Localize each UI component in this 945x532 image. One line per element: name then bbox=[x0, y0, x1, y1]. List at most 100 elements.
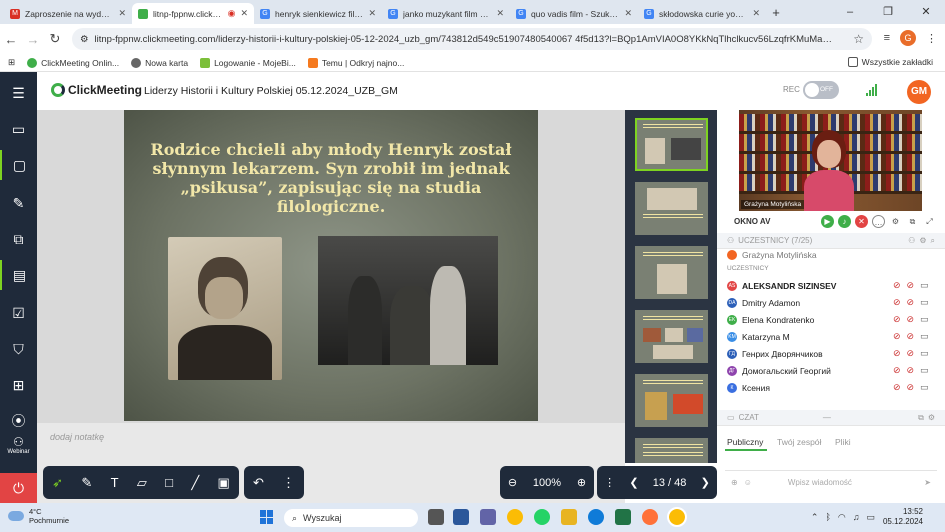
browser-tab-2[interactable]: litnp-fppnw.clickmeeting ◉ ✕ bbox=[132, 3, 254, 24]
taskbar-search[interactable]: ⌕ Wyszukaj bbox=[284, 509, 418, 527]
back-icon[interactable]: ← bbox=[0, 32, 22, 47]
edit-icon[interactable]: ✎ bbox=[0, 188, 37, 218]
slide-thumbnail[interactable] bbox=[635, 246, 708, 299]
chrome-icon[interactable] bbox=[507, 509, 523, 525]
zoom-in-icon[interactable]: ⊕ bbox=[577, 476, 586, 489]
prev-slide-icon[interactable]: ❮ bbox=[629, 476, 638, 489]
grid-icon[interactable]: ⊞ bbox=[0, 370, 37, 400]
mic-muted-icon[interactable]: ⊘ bbox=[893, 365, 901, 376]
webinar-button[interactable]: ⚇ Webinar bbox=[0, 432, 37, 462]
camera-off-icon[interactable]: ⊘ bbox=[907, 297, 915, 308]
search-icon[interactable]: ⌕ bbox=[931, 236, 935, 246]
tab-public[interactable]: Publiczny bbox=[727, 437, 763, 447]
teams-icon[interactable] bbox=[480, 509, 496, 525]
camera-off-icon[interactable]: ⊘ bbox=[907, 365, 915, 376]
bookmark-new-tab[interactable]: Nowa karta bbox=[131, 57, 188, 68]
task-view-icon[interactable] bbox=[428, 509, 444, 525]
menu-icon[interactable]: ⋮ bbox=[926, 32, 937, 45]
camera-off-icon[interactable]: ⊘ bbox=[907, 331, 915, 342]
bluetooth-icon[interactable]: ᛒ bbox=[825, 512, 830, 523]
user-avatar[interactable]: GM bbox=[907, 80, 931, 104]
camera-off-icon[interactable]: ⊘ bbox=[907, 314, 915, 325]
popout-icon[interactable]: ⧉ bbox=[918, 413, 924, 423]
add-user-icon[interactable]: ⚇ bbox=[908, 236, 915, 245]
mic-muted-icon[interactable]: ⊘ bbox=[893, 348, 901, 359]
monitor-icon[interactable]: ▭ bbox=[920, 297, 929, 308]
volume-icon[interactable]: ♫ bbox=[853, 512, 860, 523]
monitor-icon[interactable]: ▭ bbox=[920, 280, 929, 291]
close-icon[interactable]: ✕ bbox=[118, 8, 126, 19]
camera-off-icon[interactable]: ⊘ bbox=[907, 348, 915, 359]
browser-tab-4[interactable]: Gjanko muzykant film animo ✕ bbox=[382, 3, 510, 24]
text-icon[interactable]: T bbox=[111, 475, 119, 490]
video-icon[interactable]: ▶ bbox=[821, 215, 834, 228]
send-icon[interactable]: ➤ bbox=[924, 478, 931, 487]
monitor-icon[interactable]: ▭ bbox=[920, 382, 929, 393]
settings-icon[interactable]: ⚙ bbox=[919, 236, 926, 245]
word-icon[interactable] bbox=[453, 509, 469, 525]
camera-off-icon[interactable]: ⊘ bbox=[907, 382, 915, 393]
explorer-icon[interactable] bbox=[561, 509, 577, 525]
settings-icon[interactable]: ⚙ bbox=[889, 215, 902, 228]
maximize-icon[interactable]: ❐ bbox=[869, 0, 907, 24]
mic-muted-icon[interactable]: ⊘ bbox=[893, 297, 901, 308]
participant-row[interactable]: ГД Генрих Дворянчиков ⊘ ⊘ ▭ bbox=[717, 345, 945, 362]
tab-files[interactable]: Pliki bbox=[835, 437, 851, 447]
close-window-icon[interactable]: ✕ bbox=[907, 0, 945, 24]
participant-row[interactable]: AS ALEKSANDR SIZINSEV ⊘ ⊘ ▭ bbox=[717, 277, 945, 294]
rectangle-icon[interactable]: □ bbox=[165, 475, 173, 490]
mic-muted-icon[interactable]: ⊘ bbox=[893, 280, 901, 291]
new-tab-button[interactable]: + bbox=[766, 3, 786, 24]
participant-row[interactable]: ДГ Домогальский Георгий ⊘ ⊘ ▭ bbox=[717, 362, 945, 379]
participant-row[interactable]: К Ксения ⊘ ⊘ ▭ bbox=[717, 379, 945, 396]
reload-icon[interactable]: ↻ bbox=[44, 31, 66, 47]
add-icon[interactable]: ⊕ bbox=[731, 478, 738, 487]
all-bookmarks[interactable]: Wszystkie zakładki bbox=[847, 57, 933, 67]
participant-row[interactable]: KM Katarzyna M ⊘ ⊘ ▭ bbox=[717, 328, 945, 345]
bookmark-star-icon[interactable]: ☆ bbox=[853, 32, 864, 46]
undo-icon[interactable]: ↶ bbox=[253, 475, 264, 491]
more-icon[interactable]: ⋮ bbox=[282, 475, 295, 491]
close-icon[interactable]: ✕ bbox=[496, 8, 504, 19]
fullscreen-icon[interactable]: ⤢ bbox=[923, 215, 936, 228]
chat-header[interactable]: ▭ CZAT — ⧉ ⚙ bbox=[717, 410, 945, 426]
hangup-icon[interactable]: ✕ bbox=[855, 215, 868, 228]
chrome-active-icon[interactable] bbox=[667, 507, 687, 527]
settings-icon[interactable]: ⚙ bbox=[928, 413, 935, 422]
zoom-out-icon[interactable]: ⊖ bbox=[508, 476, 517, 489]
slide-thumbnail[interactable] bbox=[635, 118, 708, 171]
url-field[interactable]: ⚙ litnp-fppnw.clickmeeting.com/liderzy-h… bbox=[72, 28, 872, 50]
excel-icon[interactable] bbox=[615, 509, 631, 525]
poll-icon[interactable]: ☑ bbox=[0, 298, 37, 328]
presentation-icon[interactable]: ▤ bbox=[0, 260, 37, 290]
close-icon[interactable]: ✕ bbox=[368, 8, 376, 19]
bookmark-clickmeeting[interactable]: ClickMeeting Onlin... bbox=[27, 57, 119, 68]
participants-header[interactable]: ⚇ UCZESTNICY (7/25) ⚇ ⚙ ⌕ bbox=[717, 233, 945, 249]
folder-icon[interactable]: ▢ bbox=[0, 150, 37, 180]
close-icon[interactable]: ✕ bbox=[624, 8, 632, 19]
rec-toggle[interactable]: OFF bbox=[803, 81, 839, 99]
bookmark-mojebi[interactable]: Logowanie - MojeBi... bbox=[200, 57, 296, 68]
sticky-note-icon[interactable]: ▱ bbox=[137, 475, 147, 491]
bookmark-temu[interactable]: Temu | Odkryj najno... bbox=[307, 57, 404, 68]
monitor-icon[interactable]: ▭ bbox=[920, 314, 929, 325]
whatsapp-icon[interactable] bbox=[534, 509, 550, 525]
participant-row[interactable]: DA Dmitry Adamon ⊘ ⊘ ▭ bbox=[717, 294, 945, 311]
media-control-icon[interactable]: ≡ bbox=[884, 32, 890, 44]
next-slide-icon[interactable]: ❯ bbox=[701, 476, 710, 489]
tab-team[interactable]: Twój zespół bbox=[777, 437, 821, 447]
close-icon[interactable]: ✕ bbox=[752, 8, 760, 19]
menu-hamburger-icon[interactable]: ☰ bbox=[0, 78, 37, 108]
browser-tab-5[interactable]: Gquo vadis film - Szukaj w G ✕ bbox=[510, 3, 638, 24]
shield-icon[interactable]: ⛉ bbox=[0, 334, 37, 364]
end-session-button[interactable]: ⏻ bbox=[0, 473, 37, 503]
profile-avatar[interactable]: G bbox=[900, 30, 916, 46]
chevron-up-icon[interactable]: ⌃ bbox=[811, 512, 819, 523]
chat-icon[interactable]: … bbox=[872, 215, 885, 228]
minimize-icon[interactable]: — bbox=[823, 413, 831, 422]
forward-icon[interactable]: → bbox=[22, 32, 44, 47]
line-icon[interactable]: ╱ bbox=[191, 475, 199, 491]
pointer-icon[interactable]: ➶ bbox=[52, 475, 63, 491]
site-info-icon[interactable]: ⚙ bbox=[80, 34, 89, 45]
slide-thumbnail[interactable] bbox=[635, 438, 708, 463]
